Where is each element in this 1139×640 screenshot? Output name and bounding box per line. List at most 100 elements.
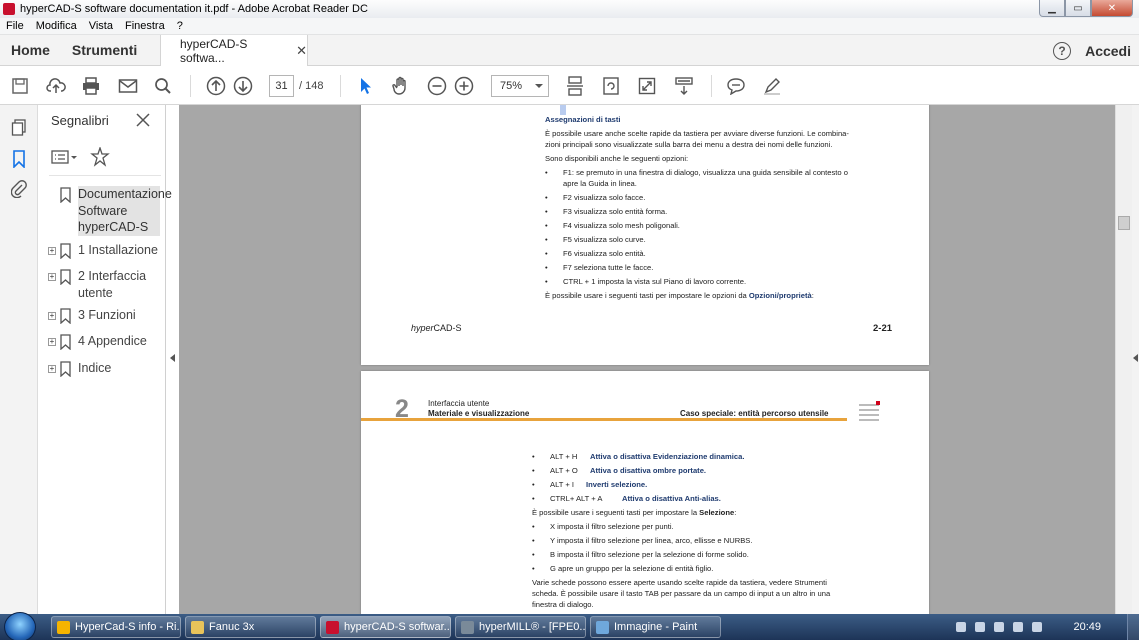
bookmark-item[interactable]: + Documentazione Software hyperCAD-S <box>48 186 172 236</box>
bookmark-item[interactable]: + 1 Installazione <box>48 242 160 259</box>
close-icon[interactable] <box>135 112 151 128</box>
bullet-item: • ALT + I Inverti selezione. <box>532 480 648 489</box>
scrollbar-thumb[interactable] <box>1118 216 1130 230</box>
email-icon[interactable] <box>117 75 139 97</box>
show-desktop-button[interactable] <box>1127 614 1139 640</box>
rotate-page-icon[interactable] <box>600 75 622 97</box>
flag-icon[interactable] <box>956 622 967 632</box>
tab-tools[interactable]: Strumenti <box>61 42 148 58</box>
document-viewport[interactable]: Assegnazioni di tasti È possibile usare … <box>179 105 1115 614</box>
expand-icon[interactable]: + <box>48 273 56 281</box>
bullet-item: • B imposta il filtro selezione per la se… <box>532 550 749 559</box>
minimize-button[interactable]: ▁ <box>1039 0 1065 17</box>
volume-muted-icon[interactable] <box>1013 622 1024 632</box>
save-icon[interactable] <box>9 75 31 97</box>
signin-link[interactable]: Accedi <box>1085 43 1131 59</box>
collapse-pane-icon[interactable] <box>170 354 175 362</box>
menu-file[interactable]: File <box>0 20 30 32</box>
paragraph-line: scheda. È possibile usare il tasto TAB p… <box>532 589 831 598</box>
bullet-item: • Y imposta il filtro selezione per linea… <box>532 536 753 545</box>
bullet-item: • CTRL+ ALT + A Attiva o disattiva Anti-al… <box>532 494 721 503</box>
bookmark-label: 2 Interfaccia utente <box>78 269 147 300</box>
close-window-button[interactable]: ✕ <box>1091 0 1133 17</box>
bookmarks-title: Segnalibri <box>51 113 109 128</box>
bullet-item: • F1: se premuto in una finestra di dialo… <box>545 168 848 177</box>
bookmarks-icon[interactable] <box>9 149 29 169</box>
bookmark-flag-icon <box>60 243 71 259</box>
page-thumbnails-icon[interactable] <box>9 118 29 138</box>
usb-icon[interactable] <box>994 622 1005 632</box>
expand-icon[interactable]: + <box>48 365 56 373</box>
taskbar-item[interactable]: Immagine - Paint <box>590 616 721 638</box>
taskbar-item[interactable]: hyperCAD-S softwar... <box>320 616 451 638</box>
fit-page-icon[interactable] <box>636 75 658 97</box>
paint-icon <box>596 620 609 634</box>
taskbar-item[interactable]: hyperMILL® - [FPE0... <box>455 616 586 638</box>
help-icon[interactable]: ? <box>1053 41 1072 60</box>
add-bookmark-icon[interactable] <box>89 145 111 172</box>
menu-vista[interactable]: Vista <box>83 20 119 32</box>
window-controls: ▁ ▭ ✕ <box>1039 0 1133 17</box>
hand-tool-icon[interactable] <box>390 75 412 97</box>
read-mode-icon[interactable] <box>673 75 695 97</box>
paragraph-line: È possibile usare anche scelte rapide da… <box>545 129 849 138</box>
bullet-item: • F6 visualizza solo entità. <box>545 249 646 258</box>
zoom-select[interactable]: 75% <box>491 75 549 97</box>
comment-icon[interactable] <box>725 75 747 97</box>
expand-icon[interactable]: + <box>48 247 56 255</box>
bookmark-item[interactable]: + Indice <box>48 360 160 377</box>
menu-help[interactable]: ? <box>171 20 189 32</box>
hypercad-logo-icon <box>859 401 880 421</box>
page-number-input[interactable]: 31 <box>269 75 294 97</box>
start-button[interactable] <box>4 612 36 640</box>
highlight-pen-icon[interactable] <box>761 75 783 97</box>
bookmark-options-icon[interactable] <box>51 150 77 169</box>
upload-cloud-icon[interactable] <box>45 75 67 97</box>
taskbar-item[interactable]: HyperCad-S info - Ri... <box>51 616 181 638</box>
search-icon[interactable] <box>152 75 174 97</box>
print-icon[interactable] <box>80 75 102 97</box>
header-rule <box>361 418 847 421</box>
expand-icon[interactable]: + <box>48 312 56 320</box>
expand-right-pane-icon[interactable] <box>1133 354 1138 362</box>
bullet-item: • G apre un gruppo per la selezione di en… <box>532 564 714 573</box>
taskbar-clock[interactable]: 20:49 <box>1073 621 1101 633</box>
acrobat-app-icon <box>3 3 15 15</box>
previous-page-icon[interactable] <box>205 75 227 97</box>
zoom-out-icon[interactable] <box>426 75 448 97</box>
signal-icon[interactable] <box>1032 622 1043 632</box>
tabbar-right: ? Accedi <box>1053 35 1131 66</box>
tab-home[interactable]: Home <box>0 42 61 58</box>
chrome-icon <box>57 620 70 634</box>
bullet-item: • ALT + O Attiva o disattiva ombre portate… <box>532 466 707 475</box>
right-pane-toggle[interactable] <box>1132 105 1139 614</box>
acrobat-window: hyperCAD-S software documentation it.pdf… <box>0 0 1139 640</box>
vertical-scrollbar[interactable] <box>1115 105 1132 614</box>
bookmark-flag-icon <box>60 187 71 203</box>
bookmark-item[interactable]: + 4 Appendice <box>48 333 160 350</box>
bullet-item: • F4 visualizza solo mesh poligonali. <box>545 221 680 230</box>
window-title: hyperCAD-S software documentation it.pdf… <box>20 3 368 15</box>
acrobat-icon <box>326 620 339 634</box>
attachments-icon[interactable] <box>9 179 29 199</box>
bookmark-item[interactable]: + 3 Funzioni <box>48 307 160 324</box>
paragraph-line: finestra di dialogo. <box>532 600 594 609</box>
bookmark-item[interactable]: + 2 Interfaccia utente <box>48 268 160 301</box>
menu-modifica[interactable]: Modifica <box>30 20 83 32</box>
select-cursor-icon[interactable] <box>355 75 377 97</box>
pdf-page: Assegnazioni di tasti È possibile usare … <box>361 105 929 365</box>
next-page-icon[interactable] <box>232 75 254 97</box>
expand-icon[interactable]: + <box>48 338 56 346</box>
scroll-mode-icon[interactable] <box>564 75 586 97</box>
taskbar-item[interactable]: Fanuc 3x <box>185 616 316 638</box>
zoom-in-icon[interactable] <box>453 75 475 97</box>
tab-document[interactable]: hyperCAD-S softwa... ✕ <box>160 35 308 66</box>
bullet-item: • F2 visualizza solo facce. <box>545 193 646 202</box>
menu-finestra[interactable]: Finestra <box>119 20 171 32</box>
network-icon[interactable] <box>975 622 986 632</box>
bookmark-label: 4 Appendice <box>78 334 147 348</box>
system-tray: 20:49 <box>956 614 1139 640</box>
bookmark-label: Documentazione Software hyperCAD-S <box>78 186 172 236</box>
close-tab-icon[interactable]: ✕ <box>296 43 307 59</box>
maximize-button[interactable]: ▭ <box>1065 0 1091 17</box>
